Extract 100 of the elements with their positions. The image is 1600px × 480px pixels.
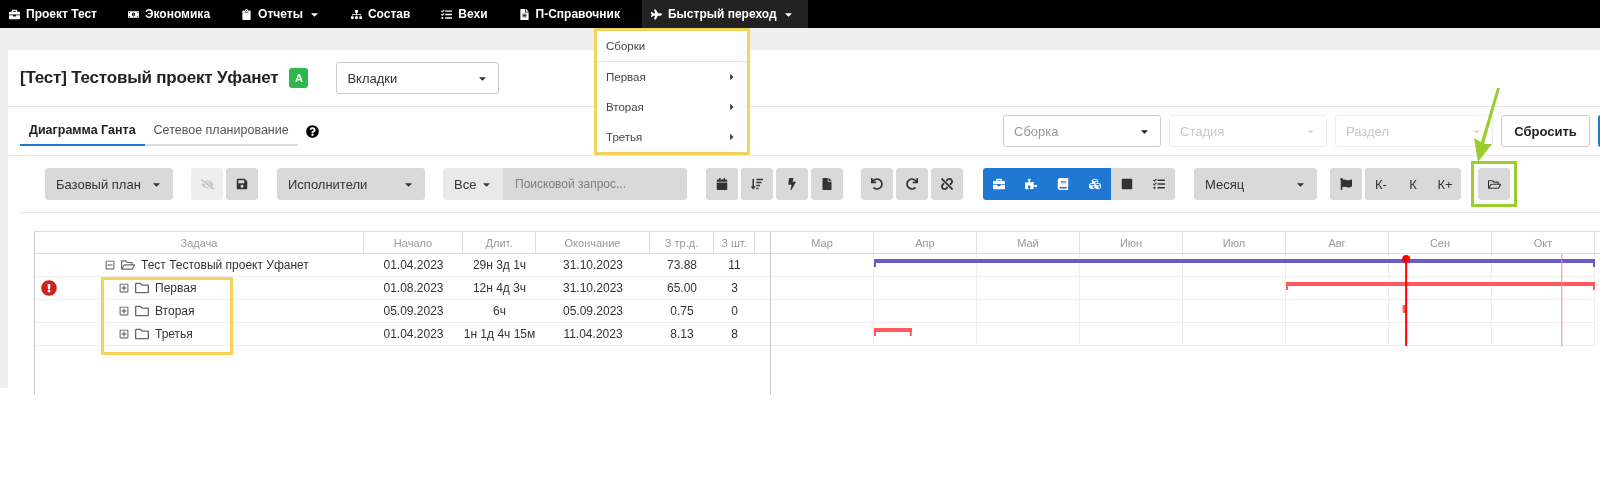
table-cell-text: 31.10.2023 [561,281,625,295]
flag-icon [1340,178,1352,190]
folder-icon [135,304,149,318]
month-header: Авг [1286,232,1389,253]
nav-icon [241,8,253,20]
menu-item[interactable]: Третья [597,122,747,152]
baseline-select[interactable]: Базовый план [45,168,173,200]
undo-button[interactable] [861,168,893,200]
document-icon [821,178,833,190]
scope-select[interactable]: Все [443,168,503,200]
table-cell-text: 73.88 [666,258,698,272]
folder-icon [121,258,135,272]
folder-icon [135,281,149,295]
view-toggle-button[interactable] [1079,168,1111,200]
tab[interactable]: Диаграмма Ганта [20,116,145,146]
table-cell-text: 0 [730,304,739,318]
view-icon [1057,178,1069,190]
month-header: Апр [874,232,977,253]
undo-icon [871,178,883,190]
unlink-button[interactable] [931,168,963,200]
view-toggle-button[interactable] [1143,168,1175,200]
nav-icon [518,8,530,20]
save-icon [236,178,248,190]
table-cell-text: 05.09.2023 [561,304,625,318]
nav-item[interactable]: Состав [341,0,422,28]
nav-icon [9,8,20,20]
flag-button[interactable] [1330,168,1362,200]
table-cell-text: 05.09.2023 [382,304,445,318]
month-header: Сен [1389,232,1492,253]
column-header: Задача [35,232,364,253]
task-name: Третья [155,327,193,341]
table-cell-text: 6ч [492,304,507,318]
nav-item[interactable]: Проект Тест [0,0,108,28]
nav-icon [128,8,139,20]
expand-toggle-icon[interactable] [119,329,129,339]
menu-item[interactable]: Сборки [597,31,747,61]
nav-item[interactable]: Экономика [119,0,222,28]
redo-icon [906,178,918,190]
nav-item[interactable]: П-Справочник [509,0,631,28]
view-icon [1089,178,1101,190]
nav-item[interactable]: Быстрый переход [641,0,808,28]
column-header: Начало [364,232,463,253]
menu-item[interactable]: Вторая [597,92,747,122]
bolt-button[interactable] [776,168,808,200]
view-icon [1153,178,1165,190]
help-icon[interactable] [305,124,319,138]
executors-select[interactable]: Исполнители [277,168,425,200]
expand-toggle-icon[interactable] [119,306,129,316]
calendar-icon [716,178,728,190]
column-header: Окончание [536,232,650,253]
expand-toggle-icon[interactable] [119,283,129,293]
nav-item[interactable]: Вехи [432,0,499,28]
project-title: [Тест] Тестовый проект Уфанет [20,68,279,88]
bolt-icon [786,178,798,190]
sort-button[interactable] [741,168,773,200]
folder-icon [135,327,149,341]
zoom-button[interactable]: К- [1365,168,1397,200]
nav-item[interactable]: Отчеты [232,0,331,28]
table-cell-text: 8.13 [669,327,695,341]
table-cell: 1н 1д 4ч 15м [463,327,536,341]
zoom-button[interactable]: К+ [1429,168,1461,200]
gantt-bar[interactable] [1402,305,1407,313]
save-button[interactable] [226,168,258,200]
redo-button[interactable] [896,168,928,200]
status-badge: А [289,68,309,88]
expand-toggle-icon[interactable] [105,260,115,270]
gantt-bar[interactable] [1286,282,1595,290]
table-cell-text: 0.75 [669,304,695,318]
menu-item[interactable]: Первая [597,62,747,92]
month-header: Мар [771,232,874,253]
calendar-button[interactable] [706,168,738,200]
column-header: Длит. [463,232,536,253]
open-folder-button[interactable] [1478,168,1510,200]
tabs-select[interactable]: Вкладки [336,62,500,94]
zoom-button[interactable]: К [1397,168,1429,200]
view-toggle-button[interactable] [1111,168,1143,200]
gantt-bar[interactable] [874,259,1595,267]
scale-select[interactable]: Месяц [1194,168,1317,200]
month-header: Май [977,232,1080,253]
sort-icon [751,178,763,190]
search-field[interactable]: Поисковой запрос... [503,168,687,200]
view-icon [1121,178,1133,190]
nav-icon [350,8,362,20]
folder-icon [1487,177,1501,191]
reset-button[interactable]: Сбросить [1501,115,1590,147]
view-icon [1025,178,1037,190]
gantt-bar[interactable] [874,328,912,336]
column-header: З тр.д. [650,232,714,253]
view-toggle-button[interactable] [983,168,1015,200]
document-button[interactable] [811,168,843,200]
nav-icon [441,8,453,20]
view-icon [993,178,1005,190]
unlink-icon [941,178,953,190]
table-cell-text: 01.08.2023 [382,281,445,295]
eye-off-icon [200,177,214,191]
table-cell-text: 31.10.2023 [561,258,625,272]
table-cell-text: 8 [730,327,739,341]
tab[interactable]: Сетевое планирование [144,116,298,146]
table-cell-text: 01.04.2023 [382,258,445,272]
month-header: Июл [1183,232,1286,253]
